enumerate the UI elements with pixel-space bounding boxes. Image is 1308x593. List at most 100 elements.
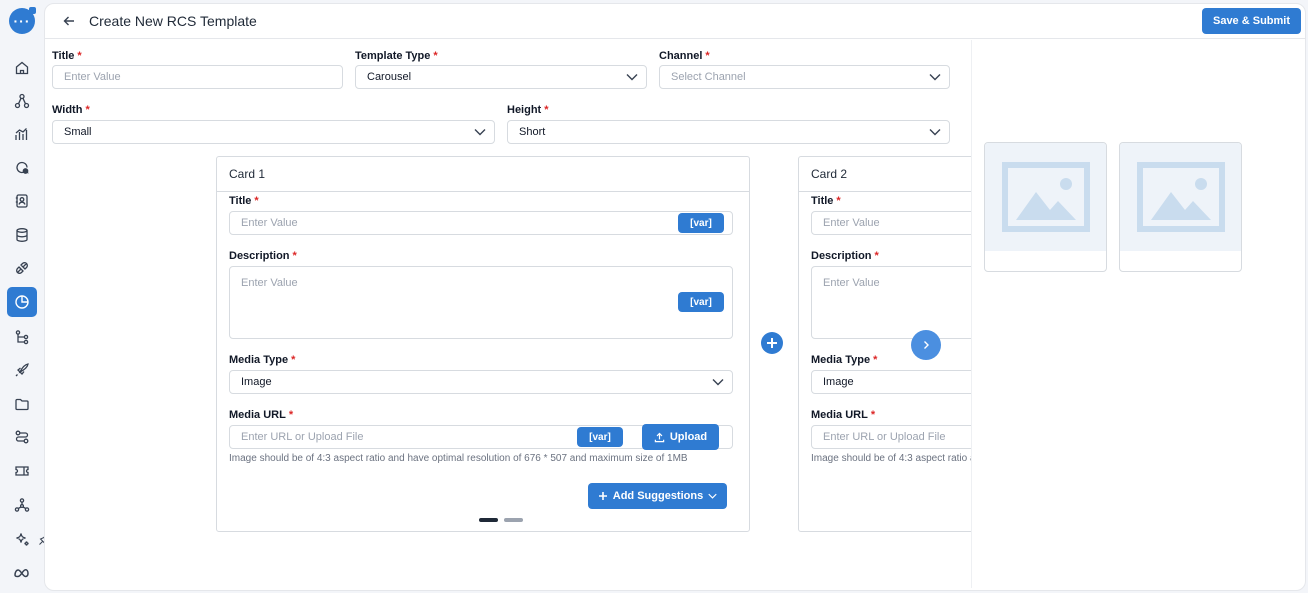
chevron-down-icon [929,74,941,81]
image-placeholder-icon [1136,162,1225,232]
sidebar-item-files[interactable] [7,389,37,419]
media-type-label: Media Type * [229,354,296,366]
contacts-icon [15,194,28,208]
sidebar-item-campaigns[interactable] [7,355,37,385]
sidebar-item-ai[interactable] [7,524,37,554]
sidebar-item-tickets[interactable] [7,456,37,486]
insert-variable-button[interactable]: [var] [577,427,623,447]
ticket-icon [15,466,29,476]
upload-icon [654,432,665,442]
main-panel: Create New RCS Template Save & Submit Ti… [44,3,1306,591]
templates-icon [15,295,29,309]
media-type-select[interactable]: Image [229,370,733,394]
chevron-down-icon [929,129,941,136]
channel-select[interactable]: Select Channel [659,65,950,89]
sidebar-item-network[interactable] [7,86,37,116]
template-type-select[interactable]: Carousel [355,65,647,89]
sidebar-item-database[interactable] [7,220,37,250]
media-url-label: Media URL * [229,409,294,421]
flow-icon [15,330,29,345]
add-suggestions-button[interactable]: Add Suggestions [588,483,727,509]
title-input[interactable]: Enter Value [52,65,343,89]
chevron-down-icon [626,74,638,81]
card-header: Card 2 [799,157,971,192]
sidebar-item-hierarchy[interactable] [7,490,37,520]
card-header: Card 1 [217,157,749,192]
sidebar-item-chat-search[interactable] [7,153,37,183]
preview-card-1 [984,142,1107,272]
sidebar-item-templates[interactable] [7,287,37,317]
width-select[interactable]: Small [52,120,495,144]
width-label: Width * [52,104,90,116]
carousel-next-button[interactable] [911,330,941,360]
card-description-input[interactable]: Enter Value [811,266,971,339]
card-description-label: Description * [229,250,297,262]
network-icon [14,93,30,109]
app-logo[interactable]: ··· [9,7,36,34]
media-type-select[interactable]: Image [811,370,971,394]
sidebar-item-integration[interactable] [7,253,37,283]
card-title: Card 2 [811,167,848,181]
preview-image-placeholder [985,143,1106,251]
preview-card-2 [1119,142,1242,272]
height-label: Height * [507,104,549,116]
carousel-dot[interactable] [504,518,523,522]
plus-icon [598,492,607,500]
database-icon [16,228,28,242]
page-header: Create New RCS Template Save & Submit [45,4,1305,39]
insert-variable-button[interactable]: [var] [678,213,724,233]
card-description-input[interactable]: Enter Value [229,266,733,339]
template-type-label: Template Type * [355,50,438,62]
card-title-label: Title * [811,195,841,207]
card-title: Card 1 [229,167,266,181]
chevron-down-icon [708,493,717,499]
analytics-icon [15,128,28,140]
preview-divider [971,40,972,588]
logo-dots-icon: ··· [13,13,31,29]
media-hint: Image should be of 4:3 aspect ratio and … [229,453,688,464]
media-url-input[interactable]: Enter URL or Upload File [811,425,971,449]
ai-sparkle-icon [16,533,29,546]
chat-search-icon [16,161,29,174]
sidebar-item-automation[interactable] [7,422,37,452]
chevron-down-icon [712,379,724,386]
card-title-label: Title * [229,195,259,207]
back-arrow-icon[interactable] [61,13,77,29]
folder-icon [15,398,29,411]
carousel-card-2: Card 2 Title * Enter Value Description * E… [798,156,971,532]
sidebar-item-home[interactable] [7,53,37,83]
automation-icon [15,430,29,444]
media-url-label: Media URL * [811,409,876,421]
meta-icon [14,569,29,578]
chevron-right-icon [924,341,929,349]
sidebar-item-flow[interactable] [7,322,37,352]
upload-button[interactable]: Upload [642,424,719,450]
height-select[interactable]: Short [507,120,950,144]
sidebar-item-analytics[interactable] [7,119,37,149]
media-hint: Image should be of 4:3 aspect ratio and … [811,453,971,464]
title-label: Title * [52,50,82,62]
card-title-input[interactable]: Enter Value [229,211,733,235]
template-form: Title * Enter Value Template Type * Carous… [45,40,971,590]
save-submit-button[interactable]: Save & Submit [1202,8,1301,34]
image-placeholder-icon [1001,162,1090,232]
plus-icon [767,338,777,348]
carousel-card-1: Card 1 Title * Enter Value [var] Descript… [216,156,750,532]
sidebar: ··· [0,0,50,593]
campaign-rocket-icon [15,363,29,377]
insert-variable-button[interactable]: [var] [678,292,724,312]
card-title-input[interactable]: Enter Value [811,211,971,235]
sidebar-item-contacts[interactable] [7,186,37,216]
integration-icon [16,262,28,274]
add-card-button[interactable] [761,332,783,354]
preview-image-placeholder [1120,143,1241,251]
chevron-down-icon [474,129,486,136]
hierarchy-icon [14,498,30,512]
carousel-dot-active[interactable] [479,518,498,522]
sidebar-item-meta[interactable] [7,558,37,588]
home-icon [15,61,29,75]
page-title: Create New RCS Template [89,13,257,29]
media-type-label: Media Type * [811,354,878,366]
card-description-label: Description * [811,250,879,262]
channel-label: Channel * [659,50,710,62]
